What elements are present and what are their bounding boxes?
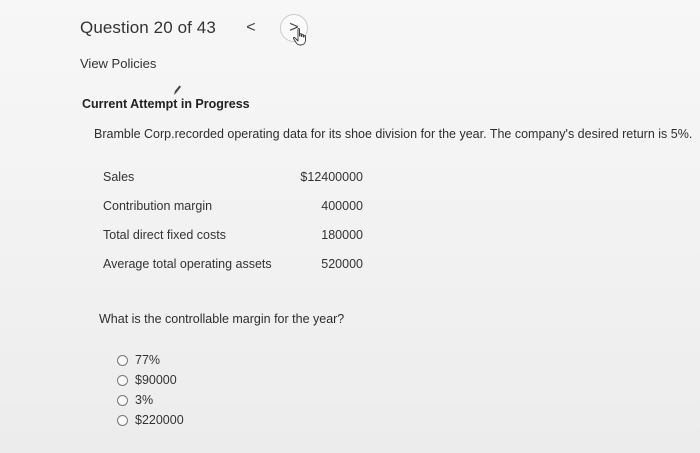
radio-button[interactable] <box>117 354 128 366</box>
row-label: Contribution margin <box>103 199 213 213</box>
option-label: $220000 <box>135 413 184 427</box>
answer-options: 77% $90000 3% $220000 <box>117 350 184 430</box>
option-label: 3% <box>135 393 154 407</box>
answer-option[interactable]: $90000 <box>117 370 184 390</box>
row-value: 520000 <box>321 257 363 271</box>
view-policies-link[interactable]: View Policies <box>80 56 156 71</box>
row-value: $12400000 <box>300 170 363 184</box>
row-value: 180000 <box>321 228 363 242</box>
question-text: Bramble Corp.recorded operating data for… <box>94 127 693 141</box>
table-row: Total direct fixed costs 180000 <box>103 228 363 257</box>
row-label: Sales <box>103 170 135 184</box>
page: Question 20 of 43 < > View Policies Curr… <box>0 0 700 453</box>
radio-button[interactable] <box>117 394 128 406</box>
row-label: Average total operating assets <box>103 257 272 271</box>
radio-button[interactable] <box>117 414 128 426</box>
previous-question-button[interactable]: < <box>238 15 264 41</box>
question-header: Question 20 of 43 < > <box>80 14 308 42</box>
answer-option[interactable]: 3% <box>117 390 184 410</box>
option-label: $90000 <box>135 373 177 387</box>
question-prompt: What is the controllable margin for the … <box>99 312 345 326</box>
row-label: Total direct fixed costs <box>103 228 226 242</box>
radio-button[interactable] <box>117 374 128 386</box>
attempt-status: Current Attempt in Progress <box>82 97 250 111</box>
chevron-left-icon: < <box>246 19 256 36</box>
option-label: 77% <box>135 353 161 367</box>
answer-option[interactable]: $220000 <box>117 410 184 430</box>
hand-cursor-icon <box>292 28 306 46</box>
answer-option[interactable]: 77% <box>117 350 184 370</box>
question-counter: Question 20 of 43 <box>80 18 216 37</box>
row-value: 400000 <box>321 199 363 213</box>
table-row: Contribution margin 400000 <box>103 199 363 228</box>
table-row: Sales $12400000 <box>103 170 363 199</box>
table-row: Average total operating assets 520000 <box>103 257 363 286</box>
data-table: Sales $12400000 Contribution margin 4000… <box>103 170 363 286</box>
pencil-icon <box>174 85 181 95</box>
